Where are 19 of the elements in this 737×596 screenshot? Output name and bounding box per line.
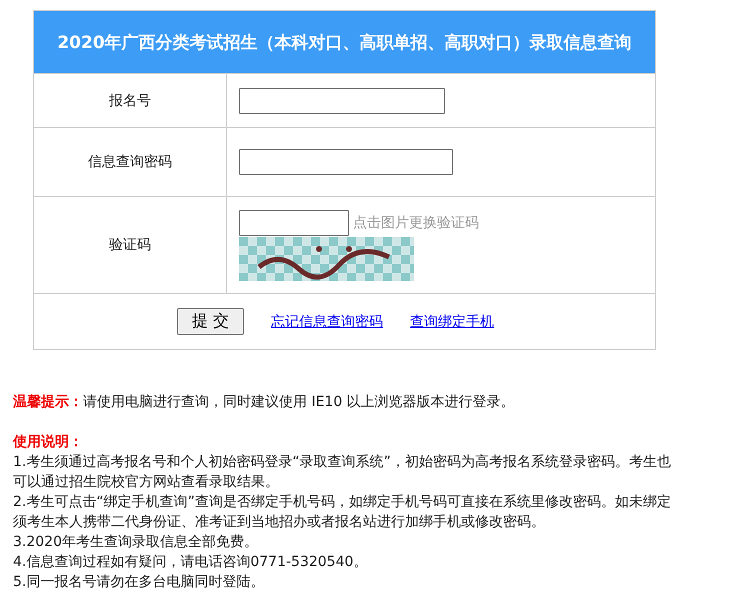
field-label: 报名号 — [109, 92, 151, 110]
form-title: 2020年广西分类考试招生（本科对口、高职单招、高职对口）录取信息查询 — [34, 11, 655, 73]
captcha-hint: 点击图片更换验证码 — [353, 214, 479, 232]
field-label: 验证码 — [109, 236, 151, 254]
instruction-item: 5.同一报名号请勿在多台电脑同时登陆。 — [13, 573, 266, 592]
instruction-item: 2.考生可点击“绑定手机查询”查询是否绑定手机号码，如绑定手机号码可直接在系统里修改密码。如未绑定须考生本人携带二代身份证、准考证到当地招办或者报名站进行加绑手机或修改密码。 — [13, 493, 672, 532]
instruction-item: 3.2020年考生查询录取信息全部免费。 — [13, 533, 259, 552]
instruction-item: 4.信息查询过程如有疑问，请电话咨询0771-5320540。 — [13, 553, 368, 572]
field-label: 信息查询密码 — [88, 153, 172, 171]
tip-label: 温馨提示： — [13, 394, 83, 410]
text-input[interactable] — [239, 88, 445, 114]
password-input[interactable] — [239, 149, 453, 175]
tip-text: 请使用电脑进行查询，同时建议使用 IE10 以上浏览器版本进行登录。 — [83, 394, 515, 410]
captcha-input[interactable] — [239, 210, 349, 236]
link[interactable]: 查询绑定手机 — [410, 312, 494, 330]
link[interactable]: 忘记信息查询密码 — [271, 312, 384, 330]
instruction-item: 1.考生须通过高考报名号和个人初始密码登录“录取查询系统”，初始密码为高考报名系统登录密码。考生也可以通过招生院校官方网站查看录取结果。 — [13, 453, 672, 492]
submit-button[interactable]: 提 交 — [177, 308, 244, 335]
instructions-heading: 使用说明： — [13, 433, 84, 452]
